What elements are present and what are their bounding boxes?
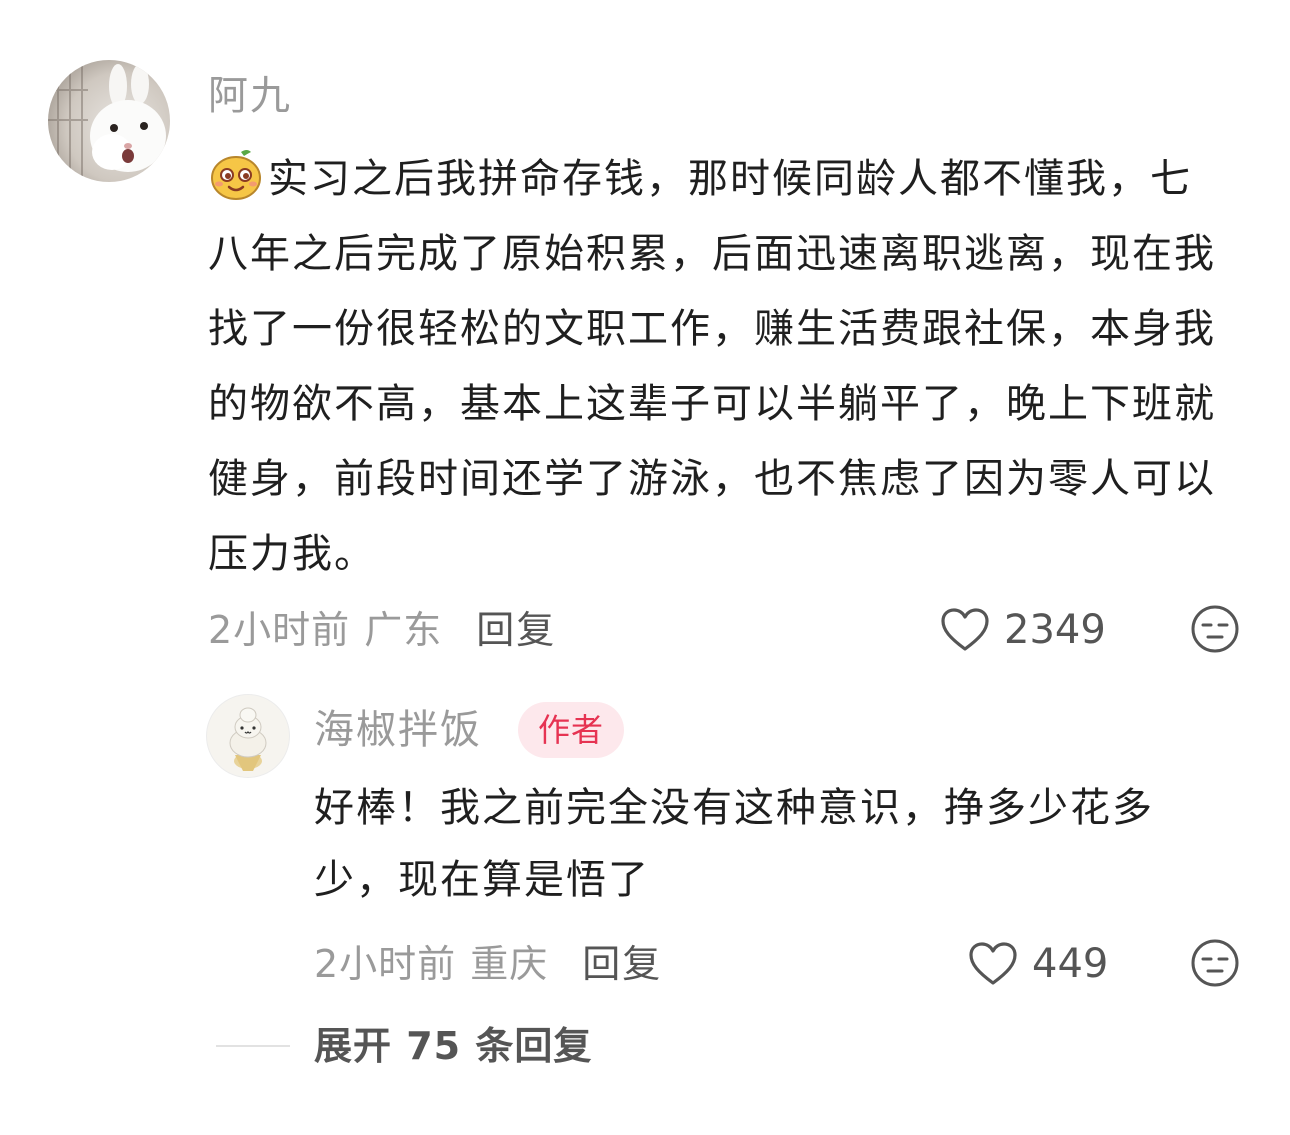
- reply-button[interactable]: 回复: [476, 599, 556, 654]
- like-button[interactable]: 2349: [940, 602, 1106, 658]
- unamused-face-icon: [1191, 939, 1239, 987]
- heart-outline-icon: [969, 942, 1017, 985]
- commenter-username[interactable]: 阿九: [208, 70, 292, 122]
- comment-body: 实习之后我拼命存钱，那时候同龄人都不懂我，七八年之后完成了原始积累，后面迅速离职…: [208, 156, 1216, 577]
- unamused-face-icon: [1191, 605, 1239, 653]
- reply-like-button[interactable]: 449: [968, 936, 1108, 992]
- commenter-avatar[interactable]: [48, 60, 170, 182]
- like-count: 2349: [1004, 607, 1106, 653]
- rabbit-avatar-image: [48, 60, 166, 182]
- reply-avatar[interactable]: [206, 694, 290, 778]
- reply-text: 好棒！我之前完全没有这种意识，挣多少花多少，现在算是悟了: [314, 785, 1154, 903]
- onigiri-avatar-image: [229, 707, 267, 771]
- reply-meta: 2小时前 重庆 回复: [314, 932, 662, 988]
- reply-reply-button[interactable]: 回复: [582, 933, 662, 988]
- expand-replies-button[interactable]: 展开 75 条回复: [314, 1020, 592, 1072]
- reply-like-count: 449: [1032, 941, 1109, 987]
- expand-divider: [216, 1045, 290, 1047]
- heart-outline-icon: [941, 608, 989, 651]
- comment-text: 实习之后我拼命存钱，那时候同龄人都不懂我，七八年之后完成了原始积累，后面迅速离职…: [208, 142, 1218, 592]
- reply-dislike-button[interactable]: [1190, 938, 1240, 988]
- dislike-button[interactable]: [1190, 604, 1240, 654]
- reply-username[interactable]: 海椒拌饭: [314, 704, 482, 756]
- reply-location: 重庆: [470, 941, 549, 986]
- smirk-emoji-icon: [208, 146, 264, 202]
- comment-time: 2小时前: [208, 607, 351, 652]
- author-badge: 作者: [518, 702, 625, 758]
- comment-location: 广东: [364, 607, 443, 652]
- reply-time: 2小时前: [314, 941, 457, 986]
- comment-meta: 2小时前 广东 回复: [208, 598, 556, 654]
